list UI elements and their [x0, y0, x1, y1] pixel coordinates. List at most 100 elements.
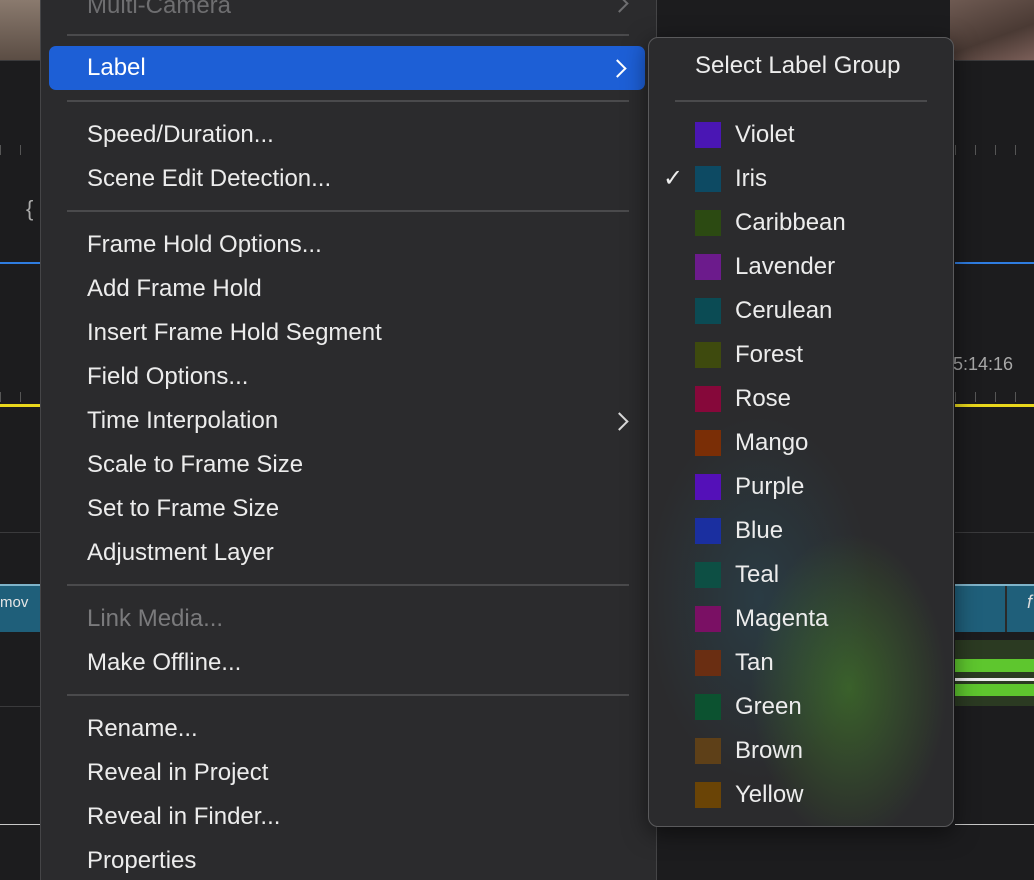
label-item-purple[interactable]: Purple	[649, 469, 949, 505]
color-swatch	[695, 298, 721, 324]
menu-separator	[67, 584, 629, 586]
chevron-right-icon	[610, 0, 629, 13]
color-swatch	[695, 166, 721, 192]
color-swatch	[695, 518, 721, 544]
label-item-mango[interactable]: Mango	[649, 425, 949, 461]
label-name: Magenta	[735, 605, 829, 632]
clip-label: mov	[0, 594, 29, 611]
menu-item-make-offline[interactable]: Make Offline...	[87, 645, 241, 681]
label-name: Rose	[735, 385, 792, 412]
label-name: Yellow	[735, 781, 804, 808]
track-divider	[0, 706, 40, 707]
label-item-caribbean[interactable]: Caribbean	[649, 205, 949, 241]
label-item-violet[interactable]: Violet	[649, 117, 949, 153]
label-name: Forest	[735, 341, 804, 368]
label-item-rose[interactable]: Rose	[649, 381, 949, 417]
video-clip-left[interactable]: mov	[0, 584, 40, 632]
menu-item-insert-frame-hold-segment[interactable]: Insert Frame Hold Segment	[87, 315, 382, 351]
label-item-forest[interactable]: Forest	[649, 337, 949, 373]
track-divider	[0, 532, 40, 533]
color-swatch	[695, 782, 721, 808]
audio-clip-waveform[interactable]	[955, 640, 1034, 706]
menu-item-frame-hold-options[interactable]: Frame Hold Options...	[87, 227, 322, 263]
menu-item-adjustment-layer[interactable]: Adjustment Layer	[87, 535, 274, 571]
color-swatch	[695, 562, 721, 588]
ruler-line	[955, 60, 1034, 61]
submenu-separator	[675, 100, 927, 102]
menu-item-multi-camera: Multi-Camera	[87, 0, 232, 19]
menu-item-speed-duration[interactable]: Speed/Duration...	[87, 117, 274, 153]
waveform-channel-2	[955, 684, 1034, 704]
label-submenu: Select Label Group Violet ✓ Iris Caribbean L…	[648, 37, 954, 827]
label-item-magenta[interactable]: Magenta	[649, 601, 949, 637]
timeline-ticks	[0, 392, 40, 402]
label-name: Iris	[735, 165, 767, 192]
label-name: Blue	[735, 517, 784, 544]
label-name: Purple	[735, 473, 805, 500]
video-clip-right[interactable]: f	[955, 584, 1034, 632]
waveform-separator	[955, 678, 1034, 681]
label-name: Violet	[735, 121, 795, 148]
label-item-brown[interactable]: Brown	[649, 733, 949, 769]
label-item-blue[interactable]: Blue	[649, 513, 949, 549]
ruler-line	[0, 60, 40, 61]
video-preview-left	[0, 0, 40, 60]
color-swatch	[695, 694, 721, 720]
menu-separator	[67, 694, 629, 696]
timeline-ticks	[955, 392, 1034, 402]
label-item-lavender[interactable]: Lavender	[649, 249, 949, 285]
menu-separator	[67, 100, 629, 102]
menu-item-scene-edit-detection[interactable]: Scene Edit Detection...	[87, 161, 331, 197]
chevron-right-icon	[610, 412, 629, 431]
label-name: Green	[735, 693, 802, 720]
color-swatch	[695, 474, 721, 500]
color-swatch	[695, 738, 721, 764]
menu-item-link-media: Link Media...	[87, 605, 224, 632]
menu-item-reveal-in-finder[interactable]: Reveal in Finder...	[87, 799, 280, 835]
color-swatch	[695, 650, 721, 676]
video-preview-right	[950, 0, 1034, 60]
checkmark-icon: ✓	[663, 165, 684, 192]
color-swatch	[695, 254, 721, 280]
menu-item-reveal-in-project[interactable]: Reveal in Project	[87, 755, 268, 791]
label-item-yellow[interactable]: Yellow	[649, 777, 949, 813]
color-swatch	[695, 210, 721, 236]
color-swatch	[695, 606, 721, 632]
timeline-marker-line	[955, 262, 1034, 264]
color-swatch	[695, 122, 721, 148]
label-item-iris[interactable]: ✓ Iris	[649, 161, 949, 197]
timeline-ticks	[955, 145, 1034, 155]
menu-item-time-interpolation[interactable]: Time Interpolation	[87, 403, 278, 439]
work-area-bar	[0, 404, 40, 407]
label-item-tan[interactable]: Tan	[649, 645, 949, 681]
menu-item-field-options[interactable]: Field Options...	[87, 359, 248, 395]
label-item-teal[interactable]: Teal	[649, 557, 949, 593]
timecode-display: 5:14:16	[953, 354, 1014, 374]
menu-separator	[67, 34, 629, 36]
label-name: Mango	[735, 429, 809, 456]
menu-item-properties[interactable]: Properties	[87, 843, 196, 879]
label-name: Tan	[735, 649, 774, 676]
label-name: Teal	[735, 561, 780, 588]
color-swatch	[695, 386, 721, 412]
fx-badge: f	[1027, 592, 1033, 612]
label-item-cerulean[interactable]: Cerulean	[649, 293, 949, 329]
work-area-bar	[955, 404, 1034, 407]
waveform-channel-1	[955, 646, 1034, 672]
menu-item-rename[interactable]: Rename...	[87, 711, 198, 747]
brace-icon: {	[26, 196, 34, 221]
label-name: Brown	[735, 737, 804, 764]
label-item-green[interactable]: Green	[649, 689, 949, 725]
track-divider	[955, 532, 1034, 533]
clip-divider	[1005, 586, 1007, 632]
menu-item-add-frame-hold[interactable]: Add Frame Hold	[87, 271, 262, 307]
menu-item-label[interactable]: Label	[49, 46, 645, 90]
timeline-ticks	[0, 145, 40, 155]
label-name: Cerulean	[735, 297, 833, 324]
menu-item-scale-to-frame-size[interactable]: Scale to Frame Size	[87, 447, 303, 483]
menu-separator	[67, 210, 629, 212]
menu-item-set-to-frame-size[interactable]: Set to Frame Size	[87, 491, 279, 527]
chevron-right-icon	[608, 59, 627, 78]
select-label-group-item[interactable]: Select Label Group	[695, 52, 900, 80]
color-swatch	[695, 430, 721, 456]
